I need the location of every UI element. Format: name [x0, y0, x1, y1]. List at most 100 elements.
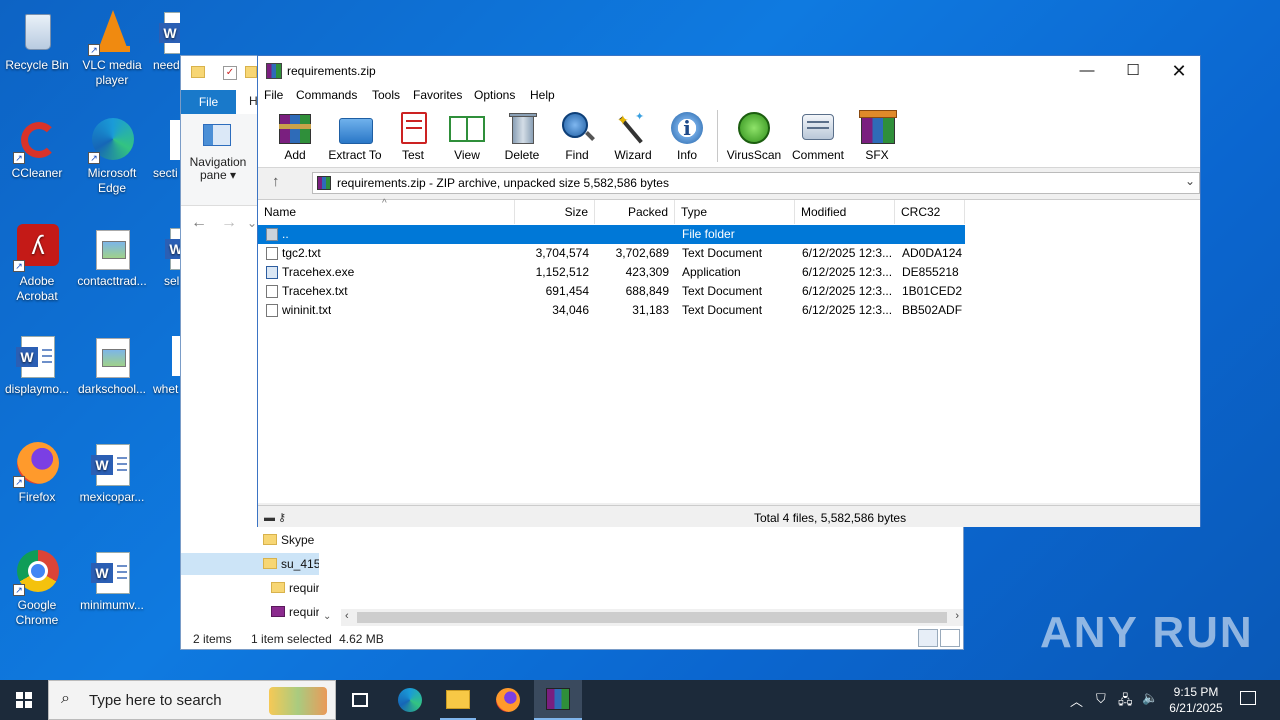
desktop-icon-need[interactable]: W need: [150, 8, 180, 73]
delete-icon: [504, 110, 540, 146]
search-icon: ⌕: [61, 690, 70, 707]
find-button[interactable]: Find: [550, 110, 604, 164]
chrome-icon: ↗: [13, 548, 61, 596]
table-row[interactable]: tgc2.txt 3,704,574 3,702,689 Text Docume…: [258, 244, 965, 263]
scroll-left-icon[interactable]: ‹: [345, 610, 349, 622]
table-row[interactable]: Tracehex.txt 691,454 688,849 Text Docume…: [258, 282, 965, 301]
large-icons-view-button[interactable]: [940, 629, 960, 647]
desktop-icon-recycle-bin[interactable]: Recycle Bin: [0, 8, 74, 73]
chevron-up-icon: ︿: [1070, 694, 1084, 709]
tree-item-skype[interactable]: Skype: [261, 529, 319, 551]
extract-to-button[interactable]: Extract To: [326, 110, 384, 164]
desktop-icon-minimumv[interactable]: W minimumv...: [75, 548, 149, 613]
menu-options[interactable]: Options: [474, 88, 515, 102]
details-view-button[interactable]: [918, 629, 938, 647]
desktop-icon-vlc[interactable]: ↗ VLC media player: [75, 8, 149, 88]
address-path-field[interactable]: requirements.zip - ZIP archive, unpacked…: [312, 172, 1200, 194]
menu-tools[interactable]: Tools: [372, 88, 400, 102]
taskbar-search-box[interactable]: ⌕ Type here to search: [48, 680, 336, 720]
taskbar-winrar[interactable]: [534, 680, 582, 720]
desktop-icon-google-chrome[interactable]: ↗ Google Chrome: [0, 548, 74, 628]
tree-item-su[interactable]: su_415: [181, 553, 319, 575]
checkmark-icon[interactable]: ✓: [223, 66, 237, 80]
chevron-down-icon[interactable]: ⌄: [1185, 174, 1195, 188]
text-file-icon: [266, 285, 278, 298]
up-one-level-icon[interactable]: ↑: [272, 173, 280, 190]
desktop-icon-secti[interactable]: secti: [150, 116, 180, 181]
edge-icon: ↗: [88, 116, 136, 164]
file-icon: [150, 332, 180, 380]
taskbar-edge[interactable]: [386, 680, 434, 720]
taskbar-clock[interactable]: 9:15 PM 6/21/2025: [1158, 684, 1234, 716]
chevron-down-icon[interactable]: ⌄: [247, 216, 257, 230]
notifications-button[interactable]: [1238, 689, 1258, 709]
drive-lock-icon[interactable]: ▬ ⚷: [264, 511, 286, 524]
desktop-icon-ccleaner[interactable]: ↗ CCleaner: [0, 116, 74, 181]
tray-defender-icon[interactable]: ⛉: [1096, 691, 1106, 720]
forward-button[interactable]: →: [221, 214, 237, 232]
taskbar-firefox[interactable]: [484, 680, 532, 720]
info-button[interactable]: i Info: [660, 110, 714, 164]
menu-favorites[interactable]: Favorites: [413, 88, 462, 102]
extract-icon: [337, 110, 373, 146]
navigation-pane-icon[interactable]: [203, 124, 231, 146]
desktop-icon-whet[interactable]: whet: [150, 332, 180, 397]
column-header-name[interactable]: Name ^: [258, 198, 515, 224]
tree-item-requir-zip[interactable]: requir: [269, 601, 319, 623]
virusscan-icon: [736, 110, 772, 146]
comment-button[interactable]: Comment: [788, 110, 848, 164]
wizard-button[interactable]: ✦ ✦ Wizard: [606, 110, 660, 164]
column-header-crc32[interactable]: CRC32: [895, 200, 965, 224]
close-icon[interactable]: ✕: [1156, 56, 1202, 86]
navigation-pane-button[interactable]: Navigation pane ▾: [187, 156, 249, 182]
desktop-icon-darkschool[interactable]: darkschool...: [75, 332, 149, 397]
chevron-down-icon[interactable]: ⌄: [323, 611, 331, 622]
virusscan-button[interactable]: VirusScan: [724, 110, 784, 164]
menu-bar: File Commands Tools Favorites Options He…: [258, 86, 1200, 106]
delete-button[interactable]: Delete: [495, 110, 549, 164]
maximize-icon[interactable]: ☐: [1110, 56, 1156, 86]
minimize-icon[interactable]: —: [1064, 56, 1110, 86]
scrollbar-thumb[interactable]: [357, 612, 947, 623]
menu-commands[interactable]: Commands: [296, 88, 357, 102]
desktop-icon-microsoft-edge[interactable]: ↗ Microsoft Edge: [75, 116, 149, 196]
desktop-icon-contacttrad[interactable]: contacttrad...: [75, 224, 149, 289]
ccleaner-icon: ↗: [13, 116, 61, 164]
table-row-parent[interactable]: .. File folder: [258, 225, 965, 244]
view-button[interactable]: View: [440, 110, 494, 164]
desktop-icon-mexicopar[interactable]: W mexicopar...: [75, 440, 149, 505]
new-folder-icon[interactable]: [245, 66, 257, 78]
desktop-icon-displaymo[interactable]: W displaymo...: [0, 332, 74, 397]
image-file-icon: [88, 224, 136, 272]
column-header-packed[interactable]: Packed: [595, 200, 675, 224]
column-header-modified[interactable]: Modified: [795, 200, 895, 224]
winrar-icon: [266, 63, 282, 79]
add-button[interactable]: Add: [268, 110, 322, 164]
find-icon: [559, 110, 595, 146]
desktop-icon-firefox[interactable]: ↗ Firefox: [0, 440, 74, 505]
column-header-size[interactable]: Size: [515, 200, 595, 224]
task-view-button[interactable]: [336, 680, 384, 720]
show-hidden-icons-button[interactable]: ︿: [1070, 691, 1083, 720]
back-button[interactable]: ←: [191, 214, 207, 232]
sort-ascending-icon: ^: [382, 198, 387, 209]
sfx-button[interactable]: SFX: [850, 110, 904, 164]
desktop-icon-sel[interactable]: W sel: [150, 224, 180, 289]
network-icon[interactable]: 🖧: [1118, 691, 1133, 720]
menu-help[interactable]: Help: [530, 88, 555, 102]
info-icon: i: [669, 110, 705, 146]
column-header-type[interactable]: Type: [675, 200, 795, 224]
file-tab[interactable]: File: [181, 90, 236, 114]
table-row[interactable]: wininit.txt 34,046 31,183 Text Document …: [258, 301, 965, 320]
horizontal-scrollbar[interactable]: ‹ ›: [341, 609, 963, 626]
menu-file[interactable]: File: [264, 88, 283, 102]
test-button[interactable]: Test: [386, 110, 440, 164]
volume-icon[interactable]: 🔈: [1142, 690, 1158, 720]
tree-item-requir-folder[interactable]: requir: [269, 577, 319, 599]
table-row[interactable]: Tracehex.exe 1,152,512 423,309 Applicati…: [258, 263, 965, 282]
taskbar: ⌕ Type here to search ︿ ⛉ 🖧 🔈 9:15 PM 6/…: [0, 680, 1280, 720]
desktop-icon-adobe-acrobat[interactable]: ʎ ↗ Adobe Acrobat: [0, 224, 74, 304]
scroll-right-icon[interactable]: ›: [955, 610, 959, 622]
start-button[interactable]: [0, 680, 48, 720]
taskbar-file-explorer[interactable]: [434, 680, 482, 720]
